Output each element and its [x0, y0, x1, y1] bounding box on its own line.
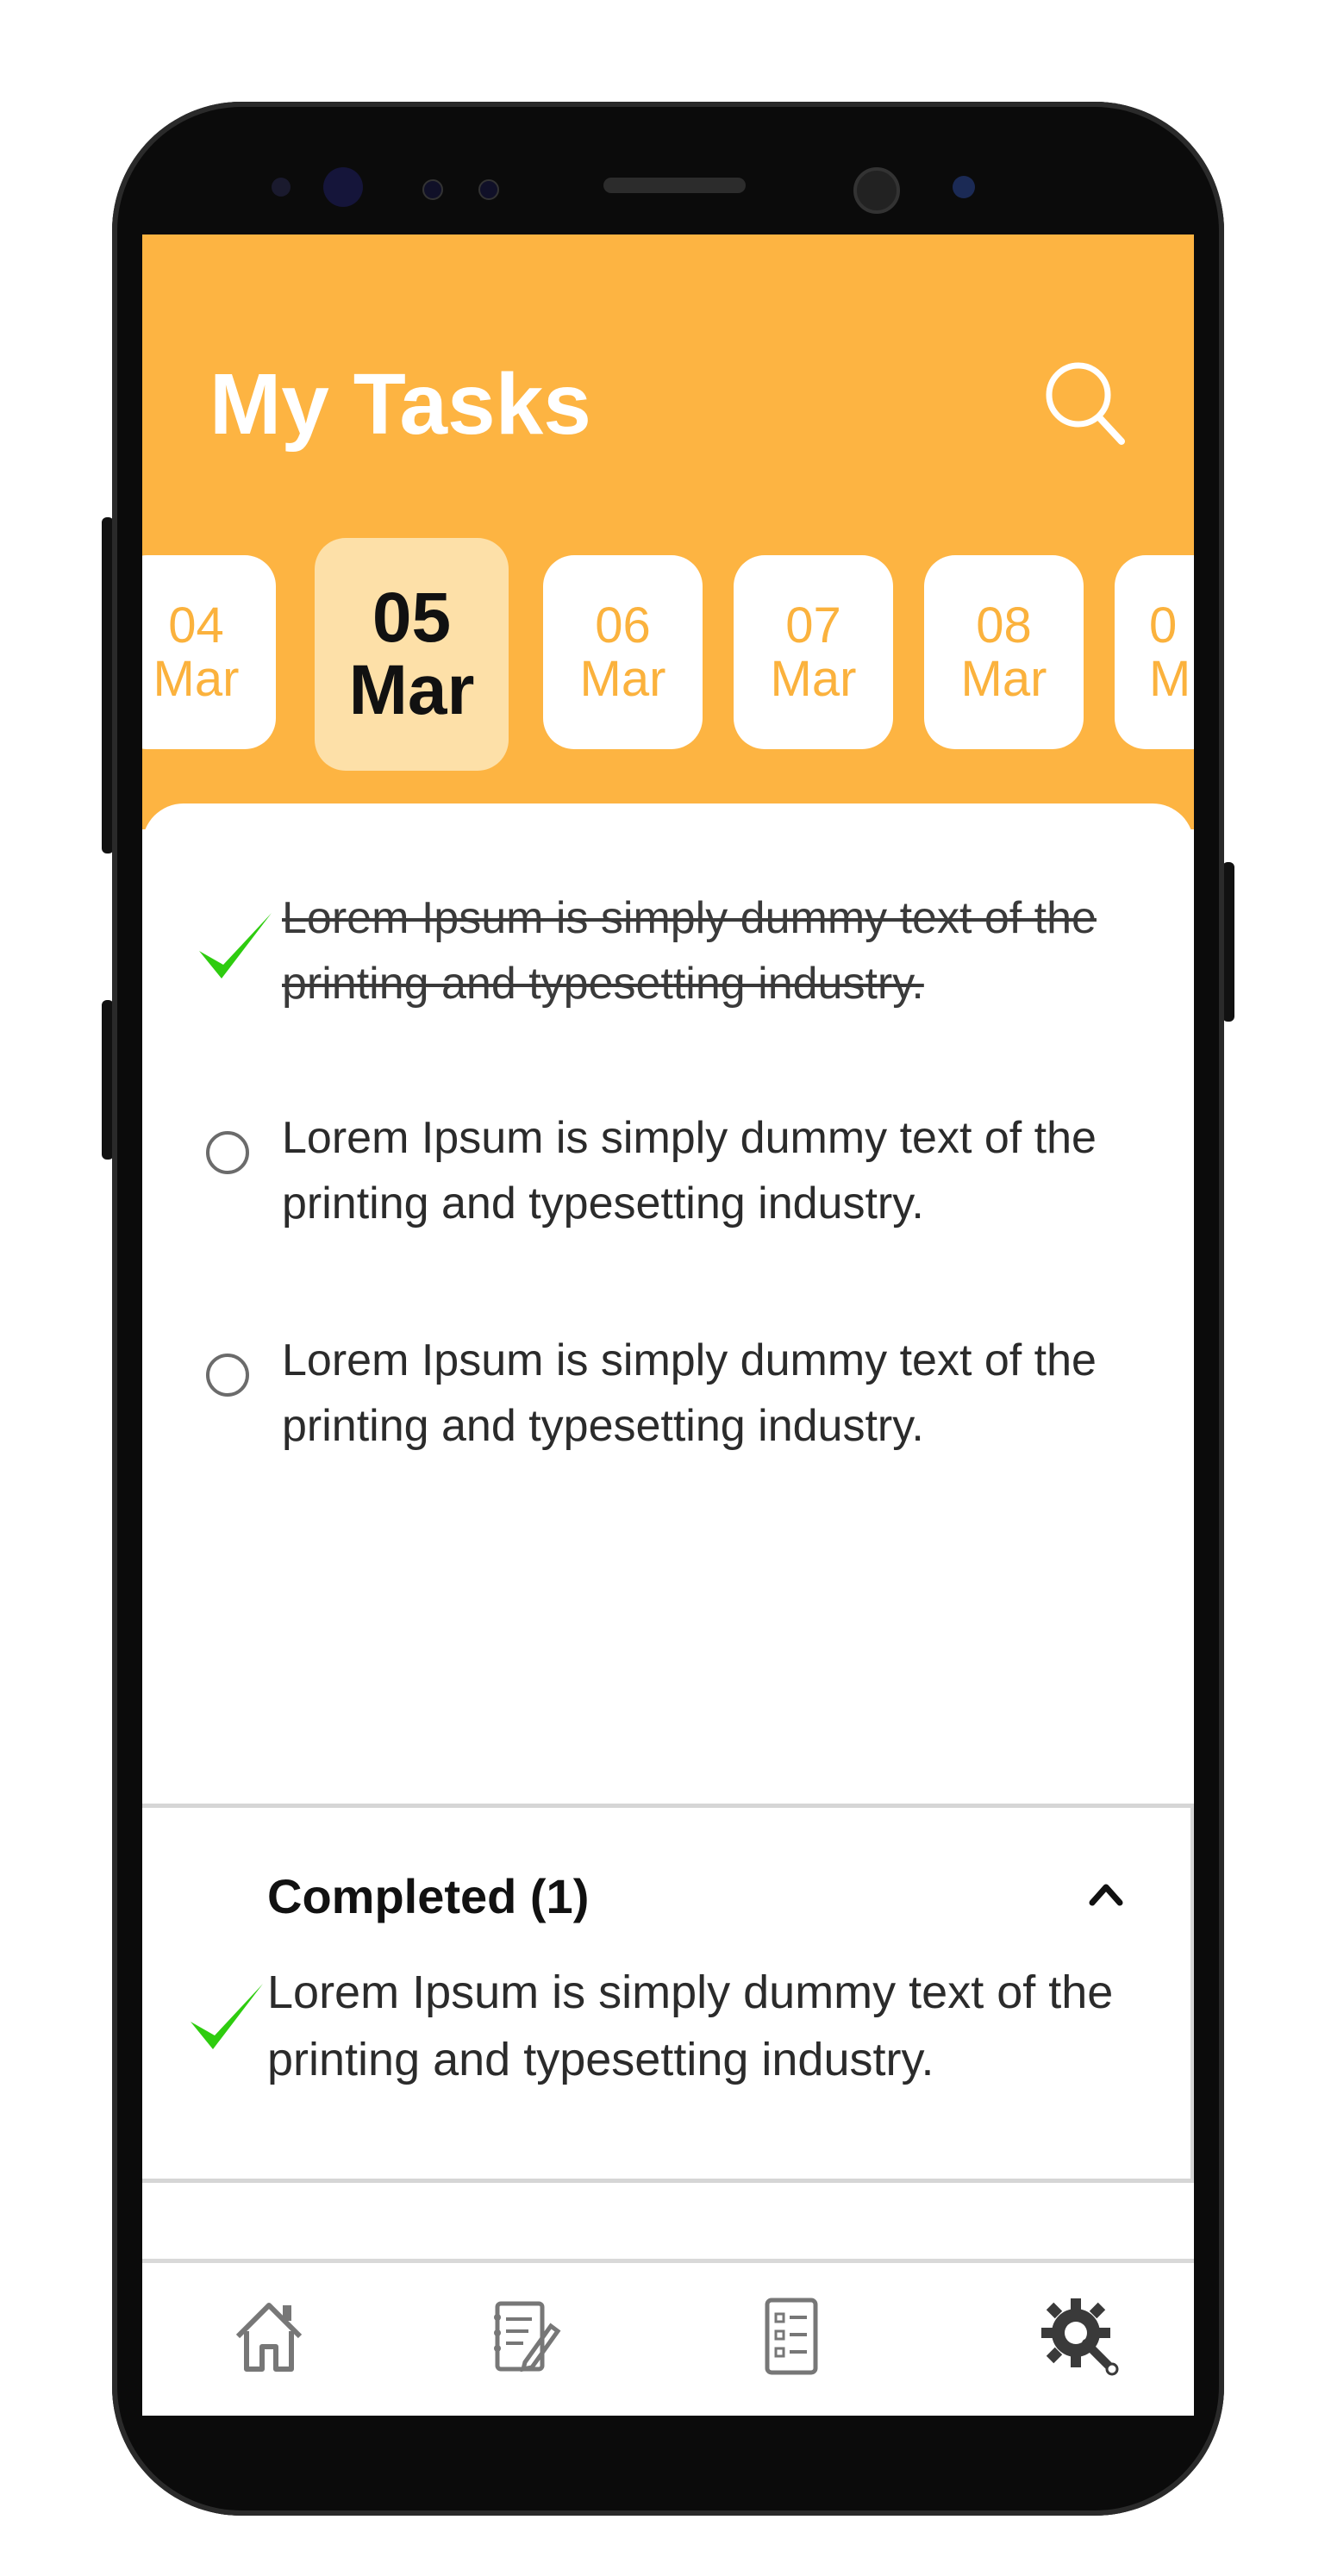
- nav-checklist[interactable]: [748, 2293, 834, 2379]
- task-item[interactable]: Lorem Ipsum is simply dummy text of the …: [142, 885, 1194, 1032]
- nav-notes[interactable]: [480, 2293, 566, 2379]
- collapse-completed-button[interactable]: [1080, 1868, 1132, 1920]
- power-button: [1222, 862, 1234, 1022]
- sensor-dot: [272, 178, 291, 197]
- date-day: 07: [785, 597, 841, 653]
- date-chip[interactable]: 06 Mar: [543, 555, 703, 749]
- date-chip[interactable]: 04 Mar: [142, 555, 276, 749]
- search-icon: [1046, 362, 1125, 445]
- date-day: 04: [168, 597, 224, 653]
- date-chip-selected[interactable]: 05 Mar: [315, 538, 509, 771]
- bottom-navigation: [142, 2259, 1194, 2416]
- date-month: Mar: [579, 650, 666, 707]
- sensor-dot: [953, 176, 975, 198]
- home-icon: [235, 2303, 303, 2372]
- task-item[interactable]: Lorem Ipsum is simply dummy text of the …: [142, 1105, 1194, 1252]
- search-button[interactable]: [1039, 355, 1134, 450]
- date-month: Mar: [960, 650, 1047, 707]
- date-day: 05: [372, 578, 452, 657]
- front-camera: [323, 167, 363, 207]
- task-text: Lorem Ipsum is simply dummy text of the …: [282, 1335, 1097, 1451]
- earpiece-speaker: [603, 178, 746, 193]
- task-text: Lorem Ipsum is simply dummy text of the …: [282, 1113, 1097, 1229]
- check-icon[interactable]: [192, 901, 278, 987]
- app-screen: My Tasks 04 Mar 05 Mar 06 Mar 07 Mar 08 …: [142, 234, 1194, 2416]
- date-chip[interactable]: 0 M: [1115, 555, 1194, 749]
- sensor-dot: [422, 179, 443, 200]
- date-chip[interactable]: 07 Mar: [734, 555, 893, 749]
- task-checkbox[interactable]: [206, 1354, 249, 1397]
- date-day: 06: [595, 597, 651, 653]
- date-day: 0: [1149, 597, 1178, 653]
- task-item[interactable]: Lorem Ipsum is simply dummy text of the …: [142, 1328, 1194, 1474]
- nav-settings[interactable]: [1036, 2293, 1122, 2379]
- date-strip[interactable]: 04 Mar 05 Mar 06 Mar 07 Mar 08 Mar 0 M: [142, 538, 1194, 771]
- page-title: My Tasks: [209, 356, 591, 453]
- date-month: Mar: [153, 650, 240, 707]
- iris-camera: [853, 167, 900, 214]
- completed-section-title: Completed (1): [267, 1869, 590, 1923]
- completed-task-text: Lorem Ipsum is simply dummy text of the …: [267, 1966, 1114, 2085]
- date-day: 08: [976, 597, 1032, 653]
- date-month: Mar: [770, 650, 857, 707]
- completed-section: Completed (1) Lorem Ipsum is simply dumm…: [142, 1804, 1194, 2183]
- settings-gear-icon: [1041, 2298, 1119, 2376]
- date-month: M: [1149, 650, 1191, 707]
- check-icon[interactable]: [184, 1972, 270, 2058]
- task-checkbox[interactable]: [206, 1131, 249, 1174]
- sensor-dot: [478, 179, 499, 200]
- date-month: Mar: [348, 651, 475, 729]
- checklist-icon: [765, 2298, 818, 2375]
- date-chip[interactable]: 08 Mar: [924, 555, 1084, 749]
- chevron-up-icon: [1089, 1884, 1123, 1906]
- notes-edit-icon: [494, 2301, 561, 2373]
- task-text: Lorem Ipsum is simply dummy text of the …: [282, 893, 1097, 1009]
- nav-home[interactable]: [226, 2293, 312, 2379]
